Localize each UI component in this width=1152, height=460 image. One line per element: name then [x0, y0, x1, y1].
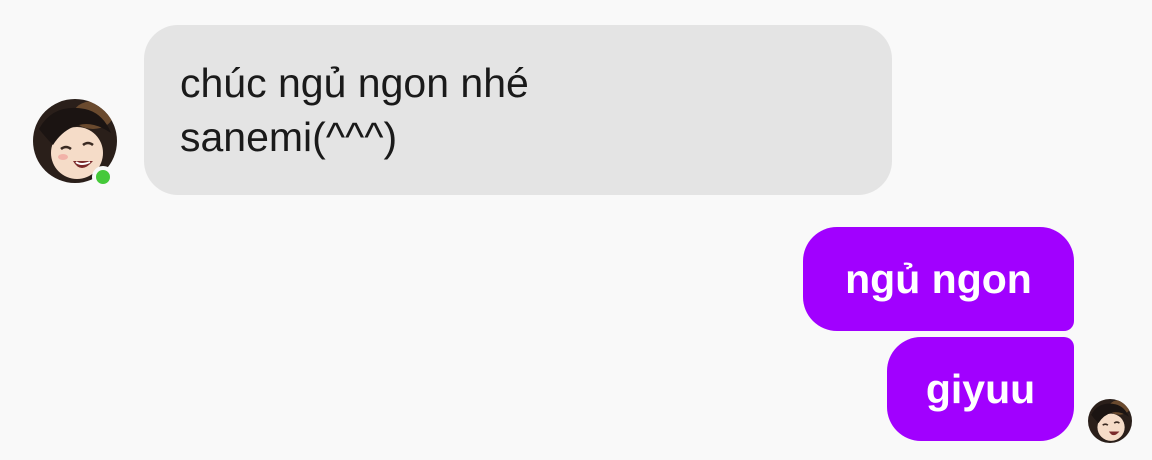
sent-message-bubble[interactable]: giyuu [887, 337, 1074, 441]
online-status-dot [92, 166, 114, 188]
sent-message-text: giyuu [925, 365, 1036, 412]
sent-message-text: ngủ ngon [845, 255, 1032, 302]
sent-message-bubble[interactable]: ngủ ngon [803, 227, 1074, 331]
received-message-line-2: sanemi(^^^) [180, 114, 398, 160]
seen-avatar-icon [1088, 399, 1132, 443]
received-message-bubble[interactable]: chúc ngủ ngon nhé sanemi(^^^) [144, 25, 892, 195]
received-message-line-1: chúc ngủ ngon nhé [180, 60, 529, 106]
